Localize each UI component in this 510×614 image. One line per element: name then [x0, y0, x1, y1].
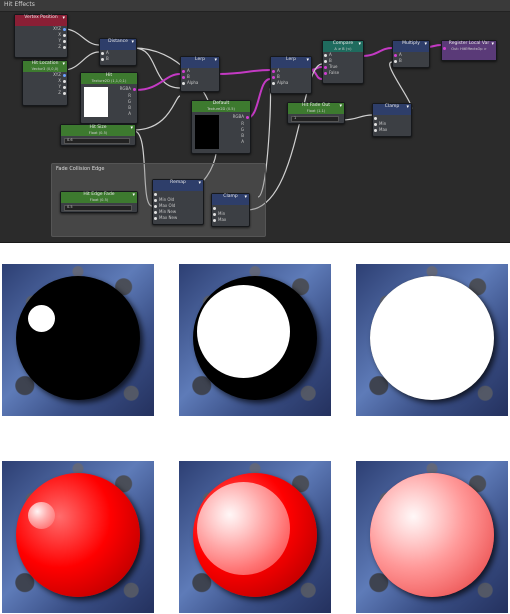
node-header: Hit Texture2D (1,1,0,1) — [81, 73, 137, 84]
texture-preview-black — [195, 115, 219, 149]
node-header: Multiply ▾ — [393, 41, 429, 52]
port-b[interactable]: B — [393, 58, 429, 64]
node-header: Clamp ▾ — [212, 194, 249, 205]
node-header: Lerp ▾ — [271, 57, 311, 68]
preview-tile — [179, 461, 331, 613]
port-input[interactable] — [443, 47, 446, 50]
port-max-new[interactable]: Max New — [153, 215, 203, 221]
wire — [361, 47, 393, 57]
node-header: Default Texture2D (0.5) — [192, 101, 250, 112]
register-local-var-node[interactable]: Register Local Var Out: HitEffectsOp > ▾ — [441, 40, 497, 61]
lerp-node-1[interactable]: Lerp ▾ A B Alpha — [180, 56, 220, 92]
hit-fade-out-node[interactable]: Hit Fade Out Float (1.1) ▾ 1 — [287, 102, 345, 124]
wire — [63, 28, 100, 46]
port-z[interactable]: Z — [23, 90, 67, 96]
hit-spot — [27, 502, 55, 530]
hit-spot — [196, 482, 290, 576]
node-header: Hit Size Float (0.5) ▾ — [61, 125, 135, 136]
port-max[interactable]: Max — [212, 217, 249, 223]
node-header: Vertex Position ▾ — [15, 15, 67, 26]
preview-sphere — [16, 276, 140, 400]
port-rgba[interactable]: RGBA — [233, 114, 249, 120]
wire — [217, 69, 271, 75]
wire — [341, 114, 373, 121]
wire — [133, 47, 181, 89]
lerp-node-2[interactable]: Lerp ▾ A B Alpha — [270, 56, 312, 94]
sphere-previews — [0, 242, 510, 614]
clamp-node-2[interactable]: Clamp ▾ Min Max — [211, 193, 250, 227]
compare-node[interactable]: Compare A ≥ B (<) ▾ A B True False — [322, 40, 364, 84]
node-header: Compare A ≥ B (<) ▾ — [323, 41, 363, 52]
port-false[interactable]: False — [323, 70, 363, 76]
hit-spot — [370, 473, 494, 597]
port-z[interactable]: Z — [15, 44, 67, 50]
port-alpha[interactable]: Alpha — [271, 80, 311, 86]
preview-tile — [2, 264, 154, 416]
node-header: Lerp ▾ — [181, 57, 219, 68]
node-header: Clamp ▾ — [373, 104, 411, 115]
hit-edge-fade-slider[interactable]: 0.5 — [64, 205, 132, 211]
wire — [133, 95, 181, 131]
hit-fade-out-slider[interactable]: 1 — [291, 116, 339, 122]
hit-spot — [196, 285, 290, 379]
node-header: Distance ▾ — [100, 39, 136, 50]
port-alpha[interactable]: Alpha — [181, 80, 219, 86]
remap-node[interactable]: Remap ▾ Min Old Max Old Min New Max New — [152, 179, 204, 225]
preview-tile — [356, 264, 508, 416]
node-header: Hit Location Vector3 (0,0,0) ▾ — [23, 61, 67, 72]
preview-sphere — [16, 473, 140, 597]
preview-tile — [2, 461, 154, 613]
group-title: Fade Collision Edge — [56, 166, 105, 172]
distance-node[interactable]: Distance ▾ A B — [99, 38, 137, 66]
hit-size-slider[interactable]: 0.6 — [64, 138, 130, 144]
node-header: Hit Fade Out Float (1.1) ▾ — [288, 103, 344, 114]
port-max[interactable]: Max — [373, 127, 411, 133]
hit-texture-node[interactable]: Hit Texture2D (1,1,0,1) RGBA R G B A — [80, 72, 138, 124]
node-header: Register Local Var Out: HitEffectsOp > ▾ — [442, 41, 496, 60]
port-rgba[interactable]: RGBA — [120, 86, 136, 92]
hit-spot — [370, 276, 494, 400]
hit-spot — [27, 305, 55, 333]
node-header: Remap ▾ — [153, 180, 203, 191]
hit-location-node[interactable]: Hit Location Vector3 (0,0,0) ▾ XYZ X Y Z — [22, 60, 68, 106]
node-header: Hit Edge Fade Float (0.5) ▾ — [61, 192, 137, 203]
vertex-position-node[interactable]: Vertex Position ▾ XYZ X Y Z — [14, 14, 68, 58]
wire — [63, 51, 100, 71]
shader-graph-canvas[interactable]: Hit Effects Vertex Position ▾ XYZ X Y Z … — [0, 0, 510, 243]
multiply-node[interactable]: Multiply ▾ A B — [392, 40, 430, 68]
preview-tile — [179, 264, 331, 416]
port-b[interactable]: B — [100, 56, 136, 62]
texture-preview-white — [84, 87, 108, 117]
port-a[interactable]: A — [128, 111, 131, 117]
port-a[interactable]: A — [241, 139, 244, 145]
default-texture-node[interactable]: Default Texture2D (0.5) RGBA R G B A — [191, 100, 251, 154]
clamp-node-1[interactable]: Clamp ▾ Min Max — [372, 103, 412, 137]
hit-edge-fade-node[interactable]: Hit Edge Fade Float (0.5) ▾ 0.5 — [60, 191, 138, 213]
preview-tile — [356, 461, 508, 613]
hit-size-node[interactable]: Hit Size Float (0.5) ▾ 0.6 — [60, 124, 136, 146]
